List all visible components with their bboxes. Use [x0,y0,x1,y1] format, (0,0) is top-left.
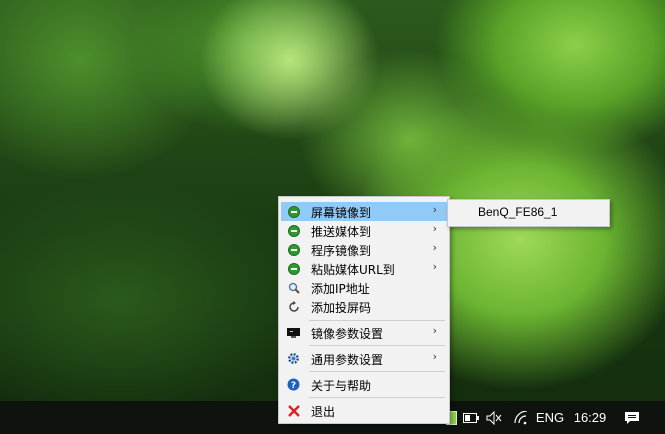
close-red-icon [287,404,300,417]
chevron-right-icon: › [432,241,437,254]
submenu-item-device[interactable]: BenQ_FE86_1 [478,205,557,219]
volume-muted-icon[interactable] [484,401,504,434]
chevron-right-icon: › [432,350,437,363]
menu-separator [309,397,445,398]
wifi-icon[interactable] [511,401,531,434]
menu-item-add-cast-code[interactable]: 添加投屏码 [281,297,447,316]
menu-separator [309,320,445,321]
notifications-icon[interactable] [620,401,644,434]
menu-item-general-settings[interactable]: 通用参数设置 › [281,349,447,368]
refresh-icon [287,300,300,313]
airplay-green-icon [287,224,300,237]
airplay-green-icon [287,243,300,256]
screen-mirror-submenu: BenQ_FE86_1 [447,199,610,227]
gear-icon [287,352,300,365]
menu-item-mirror-settings[interactable]: 镜像参数设置 › [281,323,447,342]
chevron-right-icon: › [432,324,437,337]
menu-separator [309,371,445,372]
battery-icon[interactable] [461,401,481,434]
chevron-right-icon: › [432,203,437,216]
menu-item-add-ip[interactable]: 添加IP地址 [281,278,447,297]
monitor-icon [287,326,300,339]
help-icon: ? [287,378,300,391]
airplay-green-icon [287,205,300,218]
menu-item-app-mirror[interactable]: 程序镜像到 › [281,240,447,259]
language-indicator[interactable]: ENG [535,401,565,434]
menu-item-paste-media-url[interactable]: 粘贴媒体URL到 › [281,259,447,278]
menu-item-exit[interactable]: 退出 [281,401,447,420]
menu-separator [309,345,445,346]
svg-text:?: ? [291,381,296,391]
menu-item-about-help[interactable]: ? 关于与帮助 [281,375,447,394]
chevron-right-icon: › [432,222,437,235]
airplay-green-icon [287,262,300,275]
chevron-right-icon: › [432,260,437,273]
menu-item-push-media[interactable]: 推送媒体到 › [281,221,447,240]
magnifier-icon [287,281,300,294]
menu-item-screen-mirror[interactable]: 屏幕镜像到 › [281,202,447,221]
clock[interactable]: 16:29 [570,401,610,434]
context-menu: 屏幕镜像到 › 推送媒体到 › 程序镜像到 › 粘贴媒体URL到 › 添加IP地… [278,196,450,424]
